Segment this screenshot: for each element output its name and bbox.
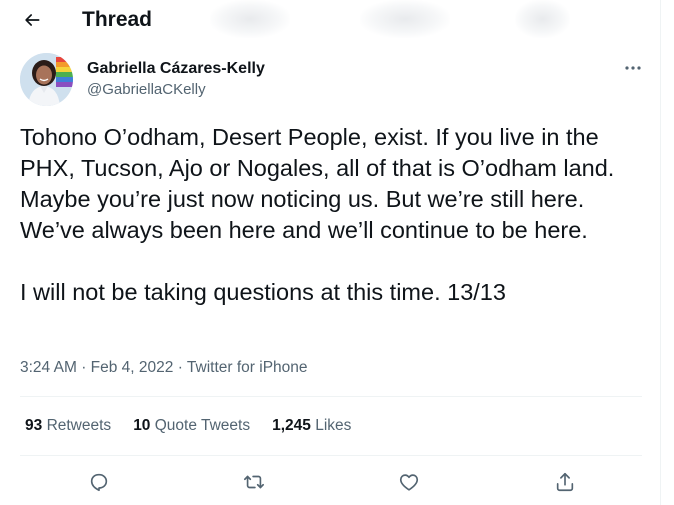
divider [20,396,642,397]
quote-tweets-count: 10 [133,417,151,434]
share-button[interactable] [551,468,579,496]
thread-header: Thread [0,0,660,40]
header-ghost-2 [360,0,450,38]
retweets-count: 93 [25,417,43,434]
author-name[interactable]: Gabriella Cázares-Kelly [87,59,265,79]
author-handle[interactable]: @GabriellaCKelly [87,81,206,99]
back-button[interactable] [20,8,44,32]
tweet-text: Tohono O’odham, Desert People, exist. If… [20,122,650,308]
tweet-paragraph: I will not be taking questions at this t… [20,279,506,305]
more-options-button[interactable] [618,58,648,78]
tweet-stats: 93 Retweets 10 Quote Tweets 1,245 Likes [25,416,351,436]
page-title: Thread [82,8,153,31]
retweets-stat[interactable]: 93 Retweets [25,416,111,436]
like-button[interactable] [395,468,423,496]
tweet-date[interactable]: Feb 4, 2022 [91,359,174,376]
tweet-page: Thread Gabriella Cázares-Kelly @Gabriell… [0,0,674,505]
quote-tweets-stat[interactable]: 10 Quote Tweets [133,416,250,436]
meta-separator: · [177,359,183,376]
header-ghost-1 [210,0,290,38]
likes-stat[interactable]: 1,245 Likes [272,416,351,436]
more-horizontal-icon [625,66,641,70]
tweet-time[interactable]: 3:24 AM [20,359,77,376]
tweet-meta: 3:24 AM · Feb 4, 2022 · Twitter for iPho… [20,358,308,378]
retweet-button[interactable] [240,468,268,496]
retweets-label: Retweets [46,417,112,434]
tweet-source[interactable]: Twitter for iPhone [187,359,308,376]
heart-icon [399,474,419,491]
quote-tweets-label: Quote Tweets [154,417,251,434]
likes-count: 1,245 [272,417,311,434]
tweet-paragraph: Tohono O’odham, Desert People, exist. If… [20,124,621,243]
retweet-icon [244,475,264,489]
divider [20,455,642,456]
avatar[interactable] [20,53,73,106]
likes-label: Likes [315,417,352,434]
reply-button[interactable] [85,468,113,496]
share-icon [556,472,574,492]
avatar-image [20,53,73,106]
meta-separator: · [81,359,87,376]
reply-icon [90,473,108,492]
arrow-left-icon [25,14,40,26]
header-ghost-3 [515,0,570,38]
